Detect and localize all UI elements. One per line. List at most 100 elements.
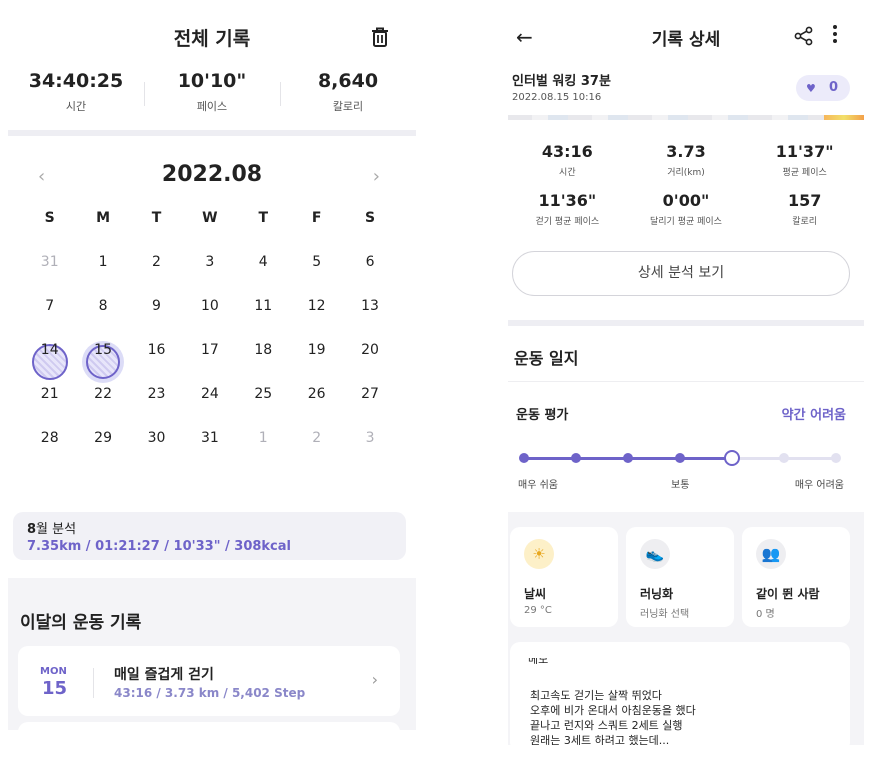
calendar-day[interactable]: 15 — [76, 338, 129, 383]
more-options-icon[interactable] — [832, 24, 838, 44]
sun-icon: ☀ — [524, 539, 554, 569]
day-number: 25 — [254, 386, 273, 402]
day-number: 21 — [40, 386, 59, 402]
day-number: 2 — [312, 430, 322, 446]
calendar-day[interactable]: 11 — [237, 294, 290, 338]
calendar-day[interactable]: 1 — [76, 250, 129, 294]
stat-time: 43:16 시간 — [508, 142, 627, 191]
slider-step[interactable] — [571, 453, 581, 463]
stat-calories: 8,640 칼로리 — [280, 68, 416, 128]
day-number: 5 — [312, 254, 322, 270]
stat-label: 거리(km) — [667, 168, 705, 178]
like-button[interactable]: ♥ 0 — [796, 75, 850, 101]
calendar-day[interactable]: 14 — [23, 338, 76, 382]
calendar-day[interactable]: 3 — [183, 250, 236, 294]
calendar-day[interactable]: 5 — [290, 250, 343, 294]
calendar-day[interactable]: 13 — [343, 294, 396, 338]
calendar-day[interactable]: 6 — [343, 250, 396, 294]
section-divider — [508, 320, 864, 326]
calendar-day[interactable]: 12 — [290, 294, 343, 338]
chevron-right-icon[interactable]: › — [373, 166, 380, 187]
calendar-day[interactable]: 19 — [290, 338, 343, 382]
record-list-item[interactable] — [18, 722, 400, 730]
calendar-day[interactable]: 17 — [183, 338, 236, 382]
stat-value: 0'00" — [662, 191, 710, 210]
day-number: 6 — [365, 254, 375, 270]
memo-line: 끝나고 런지와 스쿼트 2세트 실행 — [530, 719, 683, 732]
calendar-day[interactable]: 21 — [23, 382, 76, 426]
calendar-day[interactable]: 23 — [130, 382, 183, 426]
calendar-day[interactable]: 3 — [343, 426, 396, 470]
day-number: 23 — [147, 386, 166, 402]
stat-pace: 10'10" 페이스 — [144, 68, 280, 128]
stat-label: 평균 페이스 — [782, 168, 827, 178]
day-number: 10 — [200, 298, 219, 314]
slider-step[interactable] — [623, 453, 633, 463]
calendar-day[interactable]: 18 — [237, 338, 290, 382]
calendar-day[interactable]: 9 — [130, 294, 183, 338]
eval-label: 운동 평가 — [516, 408, 569, 423]
slider-step[interactable] — [779, 453, 789, 463]
slider-step[interactable] — [519, 453, 529, 463]
calendar-day[interactable]: 2 — [130, 250, 183, 294]
calendar-day[interactable]: 16 — [130, 338, 183, 382]
day-number: 2 — [152, 254, 161, 270]
scale-label-low: 매우 쉬움 — [518, 480, 558, 491]
calendar-day[interactable]: 26 — [290, 382, 343, 426]
calendar-day[interactable]: 1 — [237, 426, 290, 470]
stat-label: 칼로리 — [332, 100, 364, 113]
calendar-day[interactable]: 4 — [237, 250, 290, 294]
heart-paw-icon: ♥ — [806, 82, 816, 95]
record-weekday: MON — [40, 666, 67, 677]
stat-label: 걷기 평균 페이스 — [535, 217, 600, 227]
day-number: 14 — [40, 342, 59, 358]
calendar-day[interactable]: 31 — [23, 250, 76, 294]
calendar-day[interactable]: 7 — [23, 294, 76, 338]
day-number: 26 — [307, 386, 326, 402]
calendar-day[interactable]: 22 — [76, 382, 129, 426]
slider-step[interactable] — [675, 453, 685, 463]
scale-label-high: 매우 어려움 — [794, 480, 844, 491]
weather-card[interactable]: ☀ 날씨 29 °C — [510, 527, 618, 627]
like-count: 0 — [829, 80, 839, 95]
day-number: 22 — [94, 386, 112, 402]
stat-label: 칼로리 — [792, 217, 818, 227]
card-sub: 러닝화 선택 — [640, 609, 690, 620]
calendar-day[interactable]: 31 — [183, 426, 236, 470]
slider-thumb[interactable] — [724, 450, 740, 466]
share-icon[interactable] — [794, 26, 814, 46]
slider-step[interactable] — [831, 453, 841, 463]
detailed-analysis-button[interactable]: 상세 분석 보기 — [512, 251, 850, 296]
difficulty-slider[interactable] — [519, 450, 841, 466]
trash-icon[interactable] — [370, 26, 390, 48]
memo-heading: 메모 — [528, 658, 548, 664]
day-number: 27 — [361, 386, 379, 402]
stat-value: 43:16 — [541, 142, 593, 161]
calendar-day[interactable]: 2 — [290, 426, 343, 470]
calendar-day[interactable]: 30 — [130, 426, 183, 470]
shoes-card[interactable]: 👟 러닝화 러닝화 선택 — [626, 527, 734, 627]
divider — [508, 381, 864, 382]
day-number: 13 — [361, 298, 379, 314]
companions-card[interactable]: 👥 같이 뛴 사람 0 명 — [742, 527, 850, 627]
day-number: 3 — [205, 254, 215, 270]
memo-card[interactable]: 메모 최고속도 걷기는 살짝 뛰었다 오후에 비가 온대서 아침운동을 했다 끝… — [510, 642, 850, 745]
app-bar: 전체 기록 — [8, 10, 416, 62]
calendar-day[interactable]: 8 — [76, 294, 129, 338]
people-icon: 👥 — [756, 539, 786, 569]
calendar-day[interactable]: 28 — [23, 426, 76, 470]
calendar-day[interactable]: 29 — [76, 426, 129, 470]
stat-value: 11'37" — [775, 142, 834, 161]
chevron-right-icon: › — [371, 670, 378, 689]
calendar-day[interactable]: 24 — [183, 382, 236, 426]
route-map[interactable] — [508, 115, 864, 120]
day-number: 1 — [258, 430, 268, 446]
monthly-analysis-card[interactable]: 8월 분석 7.35km / 01:21:27 / 10'33" / 308kc… — [13, 512, 406, 560]
calendar-day[interactable]: 27 — [343, 382, 396, 426]
memo-line: 원래는 3세트 하려고 했는데... — [530, 734, 670, 745]
calendar-day[interactable]: 25 — [237, 382, 290, 426]
calendar-day[interactable]: 20 — [343, 338, 396, 382]
calendar-day[interactable]: 10 — [183, 294, 236, 338]
weekday-label: S — [364, 210, 376, 226]
record-list-item[interactable]: MON 15 매일 즐겁게 걷기 43:16 / 3.73 km / 5,402… — [18, 646, 400, 716]
